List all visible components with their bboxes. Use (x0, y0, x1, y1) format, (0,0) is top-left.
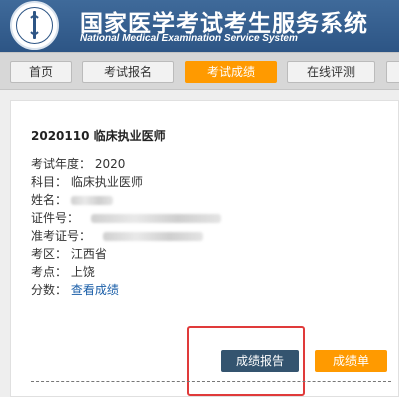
score-sheet-button[interactable]: 成绩单 (315, 350, 387, 372)
nav-tab-online-assessment[interactable]: 在线评测 (287, 61, 375, 83)
view-score-link[interactable]: 查看成绩 (71, 283, 119, 297)
id-value-redacted (90, 214, 221, 223)
name-value-redacted (70, 196, 113, 205)
region-value: 江西省 (70, 247, 107, 261)
site-value: 上饶 (70, 265, 95, 279)
ticket-value-redacted (102, 232, 203, 241)
row-ticket: 准考证号： (31, 228, 203, 244)
subject-label: 科目： (31, 175, 68, 189)
nav-tab-home[interactable]: 首页 (10, 61, 72, 83)
main-nav: 首页 考试报名 考试成绩 在线评测 (0, 52, 399, 90)
row-subject: 科目： 临床执业医师 (31, 174, 143, 190)
name-label: 姓名： (31, 193, 68, 207)
site-header: 国家医学考试考生服务系统 National Medical Examinatio… (0, 0, 399, 52)
row-name: 姓名： (31, 192, 113, 208)
id-label: 证件号： (31, 211, 80, 225)
score-report-button[interactable]: 成绩报告 (221, 350, 299, 372)
row-year: 考试年度： 2020 (31, 156, 125, 172)
row-id: 证件号： (31, 210, 221, 226)
nav-tab-overflow[interactable] (386, 61, 399, 83)
site-subtitle: National Medical Examination Service Sys… (80, 33, 298, 44)
year-value: 2020 (94, 157, 126, 171)
ticket-label: 准考证号： (31, 229, 92, 243)
row-site: 考点： 上饶 (31, 264, 95, 280)
exam-title: 2020110 临床执业医师 (31, 129, 166, 143)
medical-emblem-icon (10, 1, 59, 50)
result-card: 2020110 临床执业医师 考试年度： 2020 科目： 临床执业医师 姓名：… (10, 100, 399, 397)
nav-tab-registration[interactable]: 考试报名 (82, 61, 174, 83)
score-label: 分数： (31, 283, 68, 297)
dashed-divider (31, 381, 391, 382)
subject-value: 临床执业医师 (70, 175, 143, 189)
year-label: 考试年度： (31, 157, 92, 171)
nav-tab-exam-results[interactable]: 考试成绩 (185, 61, 277, 83)
site-label: 考点： (31, 265, 68, 279)
region-label: 考区： (31, 247, 68, 261)
row-score: 分数： 查看成绩 (31, 282, 119, 298)
row-region: 考区： 江西省 (31, 246, 107, 262)
